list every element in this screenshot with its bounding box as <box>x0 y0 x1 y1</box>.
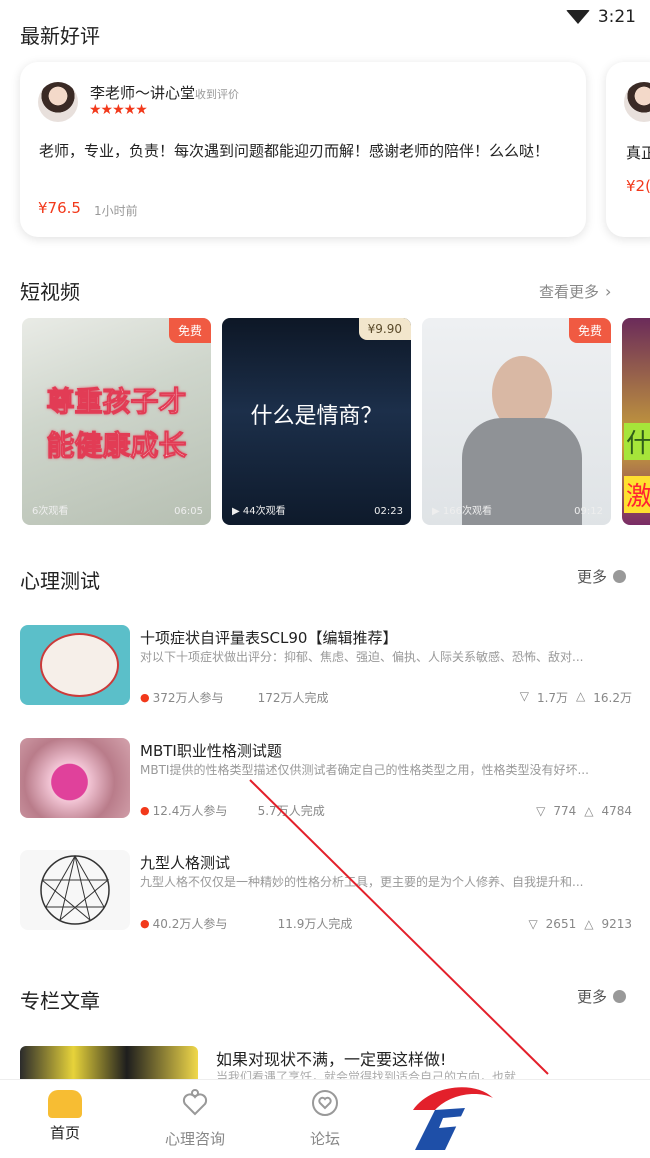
play-icon: ▶ <box>232 506 243 517</box>
status-bar: 3:21 <box>565 0 636 34</box>
review-text: 真正 <box>626 144 650 162</box>
price-tag: 免费 <box>568 318 611 343</box>
video-duration: 09:12 <box>574 506 603 517</box>
test-stats: ● 12.4万人参与 5.7万人完成 ▽ 774 △ 4784 <box>140 802 632 819</box>
video-duration: 06:05 <box>174 506 203 517</box>
view-count: 6次观看 <box>32 506 69 517</box>
test-description: 九型人格不仅仅是一种精妙的性格分析工具，更主要的是为个人修养、自我提升和... <box>140 875 584 889</box>
section-title-articles: 专栏文章 <box>20 989 100 1013</box>
status-time: 3:21 <box>597 7 636 27</box>
video-title: 尊重孩子才 能健康成长 <box>46 385 187 463</box>
section-title-videos: 短视频 <box>20 280 80 304</box>
test-thumbnail[interactable] <box>20 738 130 818</box>
review-price: ¥76.5 <box>38 199 81 217</box>
video-title: 什么是情商？ <box>250 404 383 429</box>
heart-hand-icon <box>182 1089 208 1116</box>
test-description: 对以下十项症状做出评分：抑郁、焦虑、强迫、偏执、人际关系敏感、恐怖、敌对... <box>140 650 584 664</box>
reviewer-name: 李老师～讲心堂收到评价 <box>90 84 240 102</box>
like-icon: △ <box>584 803 594 818</box>
like-icon: △ <box>584 916 594 931</box>
forum-icon <box>312 1090 338 1116</box>
star-rating: ★★★★★ <box>89 102 148 118</box>
avatar <box>624 82 650 122</box>
tab-forum[interactable]: 论坛 <box>280 1088 370 1149</box>
price-tag: ¥9.90 <box>358 318 411 340</box>
review-card[interactable]: 李老师～讲心堂收到评价 ★★★★★ 老师，专业，负责！每次遇到问题都能迎刃而解！… <box>20 62 586 237</box>
overlay-logo <box>413 1087 493 1150</box>
section-title-tests: 心理测试 <box>20 569 100 593</box>
completed-count: 5.7万人完成 <box>257 804 325 818</box>
test-description: MBTI提供的性格类型描述仅供测试者确定自己的性格类型之用，性格类型没有好坏..… <box>140 763 589 777</box>
enneagram-icon <box>40 854 110 925</box>
test-stats: ● 40.2万人参与 11.9万人完成 ▽ 2651 △ 9213 <box>140 915 632 932</box>
participants-count: 372万人参与 <box>152 691 224 705</box>
home-icon <box>48 1090 82 1118</box>
like-count: 4784 <box>601 803 632 818</box>
like-count: 16.2万 <box>593 691 632 705</box>
brain-icon <box>40 633 119 697</box>
review-price: ¥2( <box>626 177 650 195</box>
more-label: 更多 <box>577 568 608 586</box>
review-time: 1小时前 <box>94 204 138 218</box>
flame-icon: ● <box>140 917 150 930</box>
section-title-reviews: 最新好评 <box>20 24 100 48</box>
comment-icon: ▽ <box>536 803 546 818</box>
test-title[interactable]: 十项症状自评量表SCL90【编辑推荐】 <box>140 627 397 648</box>
wifi-icon <box>565 10 590 24</box>
view-count: ▶ 166次观看 <box>432 506 492 517</box>
test-thumbnail[interactable] <box>20 850 130 930</box>
review-text: 老师，专业，负责！每次遇到问题都能迎刃而解！感谢老师的陪伴！么么哒！ <box>39 142 550 160</box>
tab-consult[interactable]: 心理咨询 <box>150 1088 240 1149</box>
more-articles-link[interactable]: 更多 <box>577 986 627 1007</box>
more-tests-link[interactable]: 更多 <box>577 566 627 587</box>
received-label: 收到评价 <box>195 88 240 101</box>
test-title[interactable]: MBTI职业性格测试题 <box>140 740 282 761</box>
comment-icon: ▽ <box>519 689 529 703</box>
price-tag: 免费 <box>168 318 211 343</box>
tab-label: 首页 <box>49 1124 80 1142</box>
comment-count: 2651 <box>545 916 577 931</box>
view-count: ▶ 44次观看 <box>232 506 286 517</box>
flame-icon: ● <box>140 804 150 817</box>
video-title: 什 <box>624 423 650 460</box>
avatar <box>38 82 78 122</box>
tab-label: 论坛 <box>309 1130 340 1148</box>
flame-icon: ● <box>140 691 150 704</box>
completed-count: 11.9万人完成 <box>277 917 353 931</box>
more-circle-icon <box>613 990 627 1003</box>
bottom-tab-bar: 首页 心理咨询 论坛 <box>0 1079 650 1158</box>
view-more-label: 查看更多 <box>539 283 600 301</box>
view-more-videos-link[interactable]: 查看更多 › <box>539 281 611 302</box>
tab-label: 心理咨询 <box>164 1130 225 1148</box>
video-title: 激 <box>624 476 650 513</box>
test-stats: ● 372万人参与 172万人完成 ▽ 1.7万 △ 16.2万 <box>140 689 632 706</box>
video-card[interactable]: 免费 尊重孩子才 能健康成长 6次观看 06:05 <box>22 318 211 525</box>
article-title[interactable]: 如果对现状不满，一定要这样做! <box>216 1046 446 1070</box>
more-label: 更多 <box>577 988 608 1006</box>
review-card[interactable]: 真正 ¥2( <box>606 62 650 237</box>
test-title[interactable]: 九型人格测试 <box>140 852 230 873</box>
play-icon: ▶ <box>432 506 443 517</box>
comment-count: 1.7万 <box>536 691 569 705</box>
video-card[interactable]: 免费 ▶ 166次观看 09:12 <box>422 318 611 525</box>
participants-count: 40.2万人参与 <box>152 917 228 931</box>
more-circle-icon <box>613 570 627 583</box>
chevron-right-icon: › <box>605 282 612 301</box>
like-icon: △ <box>576 689 586 703</box>
video-card[interactable]: 什 激 <box>622 318 650 525</box>
video-card[interactable]: ¥9.90 什么是情商？ ▶ 44次观看 02:23 <box>222 318 411 525</box>
completed-count: 172万人完成 <box>257 691 329 705</box>
video-duration: 02:23 <box>374 506 403 517</box>
tab-home[interactable]: 首页 <box>20 1088 110 1143</box>
like-count: 9213 <box>601 916 632 931</box>
participants-count: 12.4万人参与 <box>152 804 228 818</box>
comment-count: 774 <box>553 803 577 818</box>
comment-icon: ▽ <box>528 916 538 931</box>
test-thumbnail[interactable] <box>20 625 130 705</box>
